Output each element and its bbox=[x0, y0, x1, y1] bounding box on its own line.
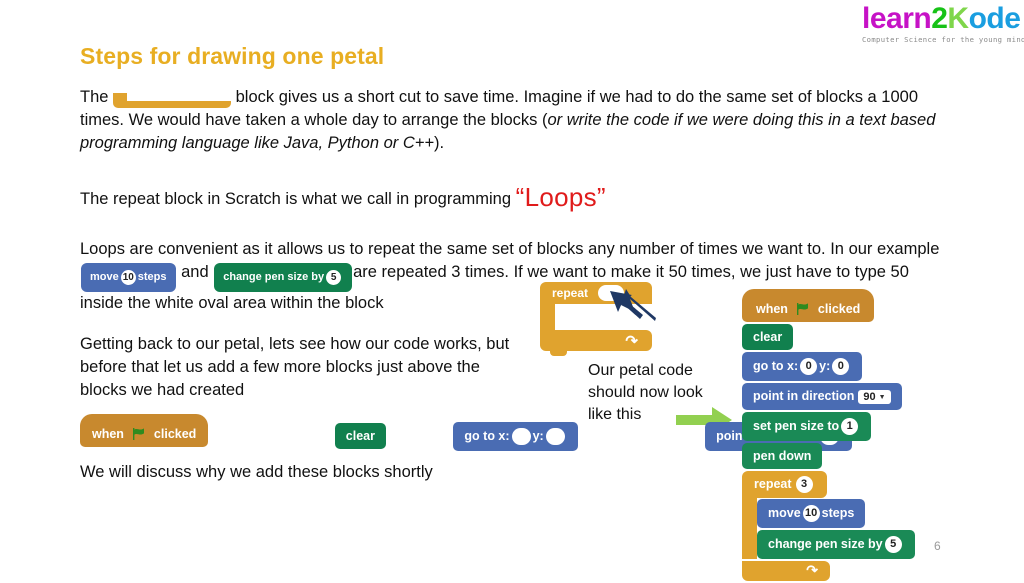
when-loose-label: when bbox=[92, 426, 124, 441]
repeat-large-arm bbox=[540, 304, 555, 330]
scratch-block-repeat[interactable]: repeat 3 move 10 steps change pen size by 5 … bbox=[742, 470, 922, 581]
scratch-block-repeat-inline[interactable]: repeat bbox=[113, 93, 232, 113]
script-repeat-label: repeat bbox=[754, 476, 792, 491]
loop-arrow-icon: ↷ bbox=[806, 561, 818, 578]
move-inline-input[interactable]: 10 bbox=[120, 269, 136, 285]
script-row-setpen: set pen size to 1 bbox=[742, 411, 922, 441]
script-when-label: when bbox=[756, 302, 788, 316]
logo-part-two: 2 bbox=[931, 2, 948, 35]
goto-loose-label-x: go to x: bbox=[464, 428, 510, 443]
goto-loose-input-y[interactable] bbox=[545, 428, 565, 445]
scratch-block-change-pen-size[interactable]: change pen size by 5 bbox=[757, 529, 915, 559]
script-changepen-label: change pen size by bbox=[768, 536, 883, 551]
chevron-down-icon: ▼ bbox=[878, 393, 886, 401]
move-inline-label-b: steps bbox=[137, 271, 167, 283]
repeat-large-stub bbox=[550, 351, 567, 356]
script-repeat-footer: ↷ bbox=[742, 560, 830, 581]
logo-tagline: Computer Science for the young minds bbox=[862, 35, 1024, 44]
para3-conj: and bbox=[181, 263, 209, 281]
scratch-block-pen-down[interactable]: pen down bbox=[742, 442, 823, 469]
scratch-block-move-inline[interactable]: move 10 steps bbox=[81, 263, 176, 292]
scratch-block-when-flag-clicked[interactable]: when clicked bbox=[742, 289, 875, 322]
para3-lead: Loops are convenient as it allows us to … bbox=[80, 240, 940, 258]
script-clear-label: clear bbox=[753, 330, 783, 344]
move-inline-label-a: move bbox=[90, 271, 119, 283]
repeat-large-label: repeat bbox=[552, 286, 589, 300]
scratch-block-clear-loose[interactable]: clear bbox=[334, 422, 386, 449]
loop-arrow-icon: ↷ bbox=[625, 333, 638, 350]
script-changepen-input[interactable]: 5 bbox=[884, 535, 902, 553]
script-point-label: point in direction bbox=[753, 389, 855, 403]
paragraph-intro: The repeat block gives us a short cut to… bbox=[80, 86, 940, 155]
script-move-label-a: move bbox=[768, 505, 801, 520]
script-when-inner: when clicked bbox=[756, 302, 860, 316]
script-goto-label-y: y: bbox=[819, 358, 831, 373]
script-point-dropdown[interactable]: 90 ▼ bbox=[858, 389, 891, 404]
script-row-move: move 10 steps bbox=[757, 498, 922, 528]
change-pen-inline-label: change pen size by bbox=[223, 271, 325, 283]
script-repeat-arm bbox=[742, 496, 757, 559]
scratch-block-point-direction[interactable]: point in direction 90 ▼ bbox=[742, 383, 902, 410]
script-row-point: point in direction 90 ▼ bbox=[742, 383, 922, 410]
change-pen-inline-input[interactable]: 5 bbox=[326, 269, 342, 285]
navy-pointer-arrow-icon bbox=[610, 289, 656, 321]
paragraph-getting-back: Getting back to our petal, lets see how … bbox=[80, 335, 510, 399]
loose-block-row: when clicked clear go to x:y: point in d… bbox=[80, 413, 852, 451]
scratch-block-set-pen-size[interactable]: set pen size to 1 bbox=[742, 411, 872, 441]
para1-tail: ). bbox=[434, 134, 445, 152]
repeat-inline-footer bbox=[113, 101, 232, 108]
when-loose-inner: when clicked bbox=[92, 427, 196, 441]
script-goto-input-y[interactable]: 0 bbox=[832, 358, 850, 375]
script-row-goto: go to x: 0 y: 0 bbox=[742, 352, 922, 381]
script-goto-label-x: go to x: bbox=[753, 358, 799, 373]
scratch-script-petal: when clicked clear go to x: 0 y: 0 point in… bbox=[742, 289, 922, 583]
scratch-block-when-flag-clicked-loose[interactable]: when clicked bbox=[80, 413, 209, 447]
logo-part-ode: ode bbox=[968, 2, 1021, 35]
scratch-block-change-pen-inline[interactable]: change pen size by 5 bbox=[214, 263, 353, 292]
goto-loose-label-y: y: bbox=[532, 428, 544, 443]
para2-text: The repeat block in Scratch is what we c… bbox=[80, 190, 512, 208]
paragraph-discuss-later: We will discuss why we add these blocks … bbox=[80, 463, 433, 481]
script-setpen-label: set pen size to bbox=[753, 418, 840, 433]
script-row-clear: clear bbox=[742, 324, 922, 350]
script-clicked-label: clicked bbox=[817, 302, 861, 316]
green-flag-icon bbox=[133, 427, 145, 440]
script-point-value: 90 bbox=[863, 390, 876, 403]
page-number: 6 bbox=[934, 539, 941, 553]
page-title: Steps for drawing one petal bbox=[80, 43, 385, 69]
script-move-input[interactable]: 10 bbox=[802, 504, 820, 522]
green-flag-icon bbox=[797, 303, 809, 315]
clicked-loose-label: clicked bbox=[153, 426, 197, 441]
scratch-block-goto-xy-loose[interactable]: go to x: y: bbox=[453, 422, 578, 451]
script-repeat-body: move 10 steps change pen size by 5 bbox=[757, 498, 922, 559]
logo-part-learn: learn bbox=[862, 2, 932, 35]
logo-wordmark: learn2Kode bbox=[862, 2, 1021, 35]
scratch-block-move[interactable]: move 10 steps bbox=[757, 498, 866, 528]
script-pendown-label: pen down bbox=[753, 448, 812, 463]
clear-loose-label: clear bbox=[345, 428, 375, 443]
paragraph-loops: The repeat block in Scratch is what we c… bbox=[80, 184, 680, 211]
script-move-label-b: steps bbox=[821, 505, 855, 520]
script-repeat-input[interactable]: 3 bbox=[795, 475, 813, 493]
script-row-changepen: change pen size by 5 bbox=[757, 529, 922, 559]
script-row-when: when clicked bbox=[742, 289, 922, 322]
loops-keyword: “Loops” bbox=[515, 182, 606, 212]
script-repeat-header: repeat 3 bbox=[742, 470, 827, 498]
goto-loose-input-x[interactable] bbox=[511, 428, 531, 445]
logo-part-k: K bbox=[947, 2, 969, 35]
repeat-large-footer: ↷ bbox=[540, 330, 652, 356]
brand-logo: learn2Kode Computer Science for the youn… bbox=[862, 2, 1024, 44]
para1-lead: The bbox=[80, 88, 109, 106]
scratch-block-goto-xy[interactable]: go to x: 0 y: 0 bbox=[742, 352, 863, 381]
script-goto-input-x[interactable]: 0 bbox=[800, 358, 818, 375]
script-setpen-input[interactable]: 1 bbox=[841, 417, 859, 435]
scratch-block-clear[interactable]: clear bbox=[742, 324, 794, 350]
script-row-pendown: pen down bbox=[742, 442, 922, 469]
